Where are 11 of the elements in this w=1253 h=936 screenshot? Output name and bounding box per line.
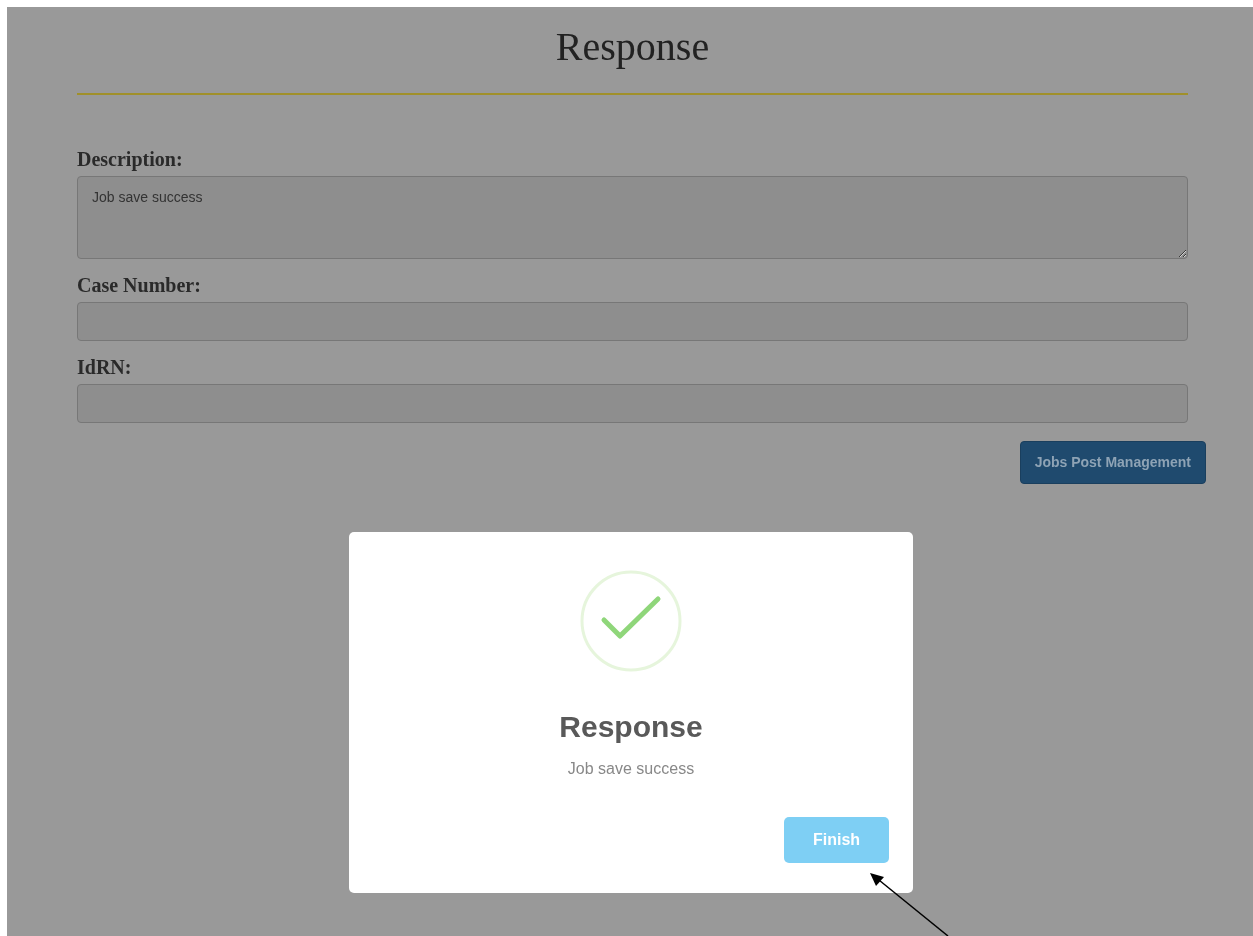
text-input-field[interactable] (77, 302, 1188, 341)
page-title: Response (555, 23, 710, 67)
description-textarea[interactable]: Job save success (77, 176, 1188, 259)
jobs-post-management-button[interactable]: Jobs Post Management (1019, 441, 1206, 484)
field-label: Case Number: (77, 273, 201, 297)
dialog-message: Job save success (567, 759, 695, 779)
text-input-field[interactable] (77, 384, 1188, 423)
dialog-title: Response (559, 709, 703, 745)
field-label: IdRN: (77, 355, 132, 379)
field-label: Description: (77, 147, 183, 171)
success-check-icon (579, 569, 683, 673)
